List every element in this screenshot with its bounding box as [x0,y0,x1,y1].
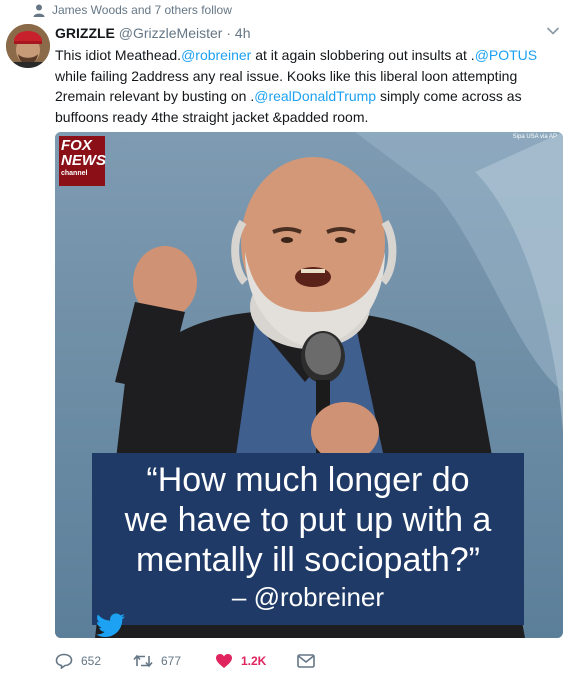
mention-link[interactable]: @robreiner [181,47,251,63]
reply-button[interactable]: 652 [55,650,101,672]
avatar[interactable] [6,24,50,68]
logo-text: channel [61,170,88,177]
retweet-icon [133,654,153,668]
quote-line: we have to put up with a [124,501,492,539]
person-icon [33,4,45,17]
quote-overlay: “How much longer do we have to put up wi… [92,453,524,637]
display-name[interactable]: GRIZZLE [55,25,115,41]
like-button[interactable]: 1.2K [215,650,266,672]
text-segment: This idiot Meathead. [55,47,182,63]
social-context: James Woods and 7 others follow [0,0,571,20]
twitter-bird-icon [96,613,125,637]
photo-credit: Sipa USA via AP [512,134,557,140]
tweet-text: This idiot Meathead.@robreiner at it aga… [55,45,563,127]
retweet-button[interactable]: 677 [133,650,181,672]
fox-news-logo: FOX NEWS channel [61,137,106,186]
text-segment: at it again slobbering out insults at . [251,47,475,63]
mention-link[interactable]: @POTUS [475,47,537,63]
retweet-count: 677 [161,654,182,668]
reply-count: 652 [81,654,102,668]
tweet-timestamp[interactable]: 4h [235,25,251,41]
logo-text: NEWS [61,152,106,169]
tweet-media-image[interactable]: FOX NEWS channel Sipa USA via AP “How mu… [55,132,563,638]
reply-icon [55,653,73,669]
quote-line: “How much longer do [146,461,470,499]
tweet-actions: 652 677 1.2K [55,650,555,672]
social-context-text[interactable]: James Woods and 7 others follow [52,3,232,17]
envelope-icon [297,654,315,668]
separator-dot: · [226,25,232,41]
chevron-down-icon[interactable] [546,26,560,36]
mention-link[interactable]: @realDonaldTrump [254,88,376,104]
direct-message-button[interactable] [297,650,315,672]
quote-line: mentally ill sociopath?” [136,541,480,579]
quote-attribution: – @robreiner [92,581,524,637]
tweet-header: GRIZZLE @GrizzleMeister · 4h [55,25,250,41]
logo-text: FOX [61,137,92,154]
attribution-text: – @robreiner [231,582,385,612]
like-count: 1.2K [241,654,267,668]
heart-icon [216,654,232,668]
user-handle[interactable]: @GrizzleMeister [119,25,223,41]
